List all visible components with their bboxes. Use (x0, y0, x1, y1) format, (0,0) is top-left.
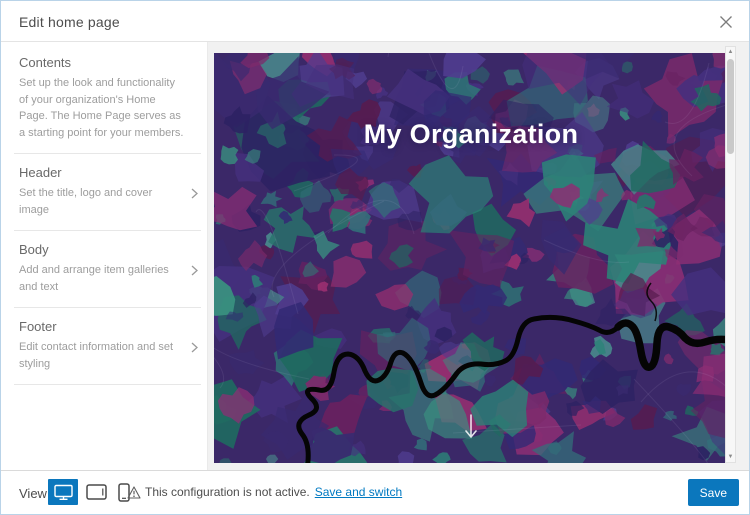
body-item-description: Add and arrange item galleries and text (19, 262, 181, 295)
warning-text: This configuration is not active. (145, 485, 310, 499)
sidebar-item-header[interactable]: Header Set the title, logo and cover ima… (1, 154, 207, 230)
sidebar-section-contents: Contents Set up the look and functionali… (1, 42, 207, 153)
warning-triangle-icon (127, 486, 141, 499)
divider (14, 384, 201, 385)
configuration-warning: This configuration is not active. Save a… (127, 485, 402, 499)
dialog-title: Edit home page (19, 14, 120, 30)
tablet-icon (86, 484, 107, 500)
close-button[interactable] (714, 10, 738, 34)
desktop-icon (54, 484, 73, 501)
scrollbar-down-arrow[interactable]: ▼ (726, 452, 735, 462)
scrollbar-up-arrow[interactable]: ▲ (726, 47, 735, 57)
cover-map-image: My Organization (214, 53, 728, 463)
organization-title: My Organization (214, 119, 728, 150)
body-item-title: Body (19, 242, 181, 257)
desktop-view-button[interactable] (48, 479, 78, 505)
dialog-titlebar: Edit home page (1, 1, 749, 42)
chevron-right-icon (191, 263, 198, 281)
scrollbar-thumb[interactable] (727, 59, 734, 154)
sidebar-item-footer[interactable]: Footer Edit contact information and set … (1, 308, 207, 384)
choropleth-map (214, 53, 728, 463)
settings-sidebar: Contents Set up the look and functionali… (1, 42, 207, 471)
header-item-description: Set the title, logo and cover image (19, 185, 181, 218)
edit-home-page-dialog: Edit home page Contents Set up the look … (0, 0, 750, 515)
home-page-preview-panel[interactable]: My Organization ▲ ▼ (207, 42, 749, 471)
chevron-right-icon (191, 340, 198, 358)
save-and-switch-link[interactable]: Save and switch (315, 485, 402, 499)
header-item-title: Header (19, 165, 181, 180)
footer-item-title: Footer (19, 319, 181, 334)
contents-title: Contents (19, 55, 187, 70)
scroll-down-arrow-icon (463, 413, 479, 446)
contents-description: Set up the look and functionality of you… (19, 75, 187, 141)
view-label: View: (19, 486, 51, 501)
footer-item-description: Edit contact information and set styling (19, 339, 181, 372)
chevron-right-icon (191, 186, 198, 204)
sidebar-item-body[interactable]: Body Add and arrange item galleries and … (1, 231, 207, 307)
close-icon (719, 15, 733, 29)
save-button[interactable]: Save (688, 479, 739, 506)
tablet-view-button[interactable] (81, 479, 111, 505)
view-device-toggle (48, 479, 137, 505)
dialog-footer-bar: View: This configuration is not active. … (1, 470, 749, 514)
preview-scrollbar[interactable]: ▲ ▼ (725, 46, 736, 463)
